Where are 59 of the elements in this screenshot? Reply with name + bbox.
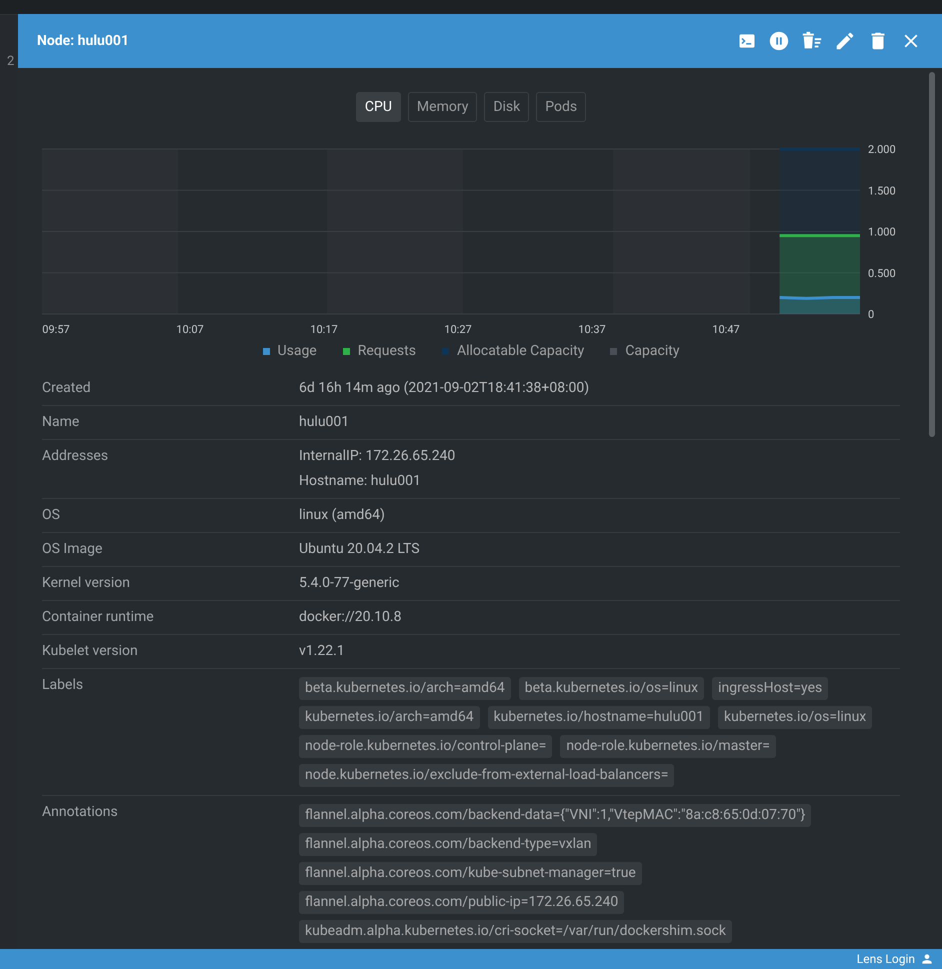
detail-label: Addresses — [42, 448, 110, 466]
detail-value: 5.4.0-77-generic — [299, 575, 400, 592]
detail-label: Kernel version — [42, 575, 132, 592]
detail-label: Annotations — [42, 804, 119, 822]
detail-value: linux (amd64) — [299, 507, 385, 524]
x-tick-label: 10:47 — [712, 323, 740, 334]
x-tick-label: 09:57 — [42, 323, 70, 334]
detail-value: InternalIP: 172.26.65.240 — [299, 448, 456, 465]
label-tag: node-role.kubernetes.io/control-plane= — [299, 735, 552, 758]
y-tick-label: 0 — [868, 308, 874, 321]
detail-value: 6d 16h 14m ago (2021-09-02T18:41:38+08:00) — [299, 380, 590, 397]
background-text: 2 — [6, 53, 16, 69]
metric-tab[interactable]: Pods — [536, 92, 586, 122]
detail-label: OS — [42, 507, 61, 524]
y-tick-label: 1.500 — [868, 184, 896, 198]
x-tick-label: 10:17 — [310, 323, 338, 334]
detail-label: Container runtime — [42, 609, 155, 626]
label-tag: flannel.alpha.coreos.com/public-ip=172.26.65.240 — [299, 891, 624, 914]
label-tag: flannel.alpha.coreos.com/backend-type=vxlan — [299, 833, 598, 856]
detail-value: Ubuntu 20.04.2 LTS — [299, 541, 420, 558]
label-tag: kubernetes.io/arch=amd64 — [299, 706, 480, 729]
detail-label: Kubelet version — [42, 643, 139, 660]
label-tag: beta.kubernetes.io/arch=amd64 — [299, 677, 511, 700]
y-tick-label: 1.000 — [868, 226, 896, 238]
label-tag: kubernetes.io/hostname=hulu001 — [488, 706, 710, 729]
label-tag: flannel.alpha.coreos.com/kube-subnet-manager=true — [299, 862, 642, 885]
x-tick-label: 10:27 — [444, 323, 472, 334]
detail-value: docker://20.10.8 — [299, 609, 402, 626]
y-tick-label: 0.500 — [868, 266, 896, 280]
legend-label: Allocatable Capacity — [456, 343, 584, 359]
detail-label: OS Image — [42, 541, 104, 558]
detail-value: v1.22.1 — [299, 643, 345, 660]
legend-label: Capacity — [625, 343, 680, 359]
detail-label: Name — [42, 414, 80, 431]
detail-value: hulu001 — [299, 414, 350, 431]
x-tick-label: 10:37 — [578, 323, 606, 334]
label-tag: node-role.kubernetes.io/master= — [560, 735, 776, 758]
metric-tab[interactable]: Disk — [484, 92, 530, 122]
scrollbar-thumb[interactable] — [929, 72, 935, 437]
label-tag: kubernetes.io/os=linux — [718, 706, 872, 729]
login-label[interactable]: Lens Login — [856, 952, 915, 966]
legend-label: Usage — [278, 343, 317, 359]
label-tag: node.kubernetes.io/exclude-from-external-load-balancers= — [299, 764, 674, 787]
label-tag: ingressHost=yes — [712, 677, 828, 700]
y-tick-label: 2.000 — [868, 144, 896, 156]
label-tag: kubeadm.alpha.kubernetes.io/cri-socket=/var/run/dockershim.sock — [299, 920, 732, 943]
drawer-title: Node: hulu001 — [37, 33, 130, 49]
detail-value: Hostname: hulu001 — [299, 473, 422, 490]
detail-label: Labels — [42, 677, 84, 695]
metric-tab[interactable]: CPU — [356, 92, 401, 122]
metric-tab[interactable]: Memory — [408, 92, 478, 122]
label-tag: beta.kubernetes.io/os=linux — [518, 677, 704, 700]
detail-label: Created — [42, 380, 92, 397]
label-tag: flannel.alpha.coreos.com/backend-data={"VNI":1,"VtepMAC":"8a:c8:65:0d:07:70"} — [299, 804, 812, 827]
x-tick-label: 10:07 — [176, 323, 204, 334]
user-icon[interactable] — [920, 952, 934, 966]
legend-label: Requests — [358, 343, 416, 359]
edit-icon[interactable] — [834, 30, 856, 52]
pause-icon[interactable] — [768, 30, 790, 52]
